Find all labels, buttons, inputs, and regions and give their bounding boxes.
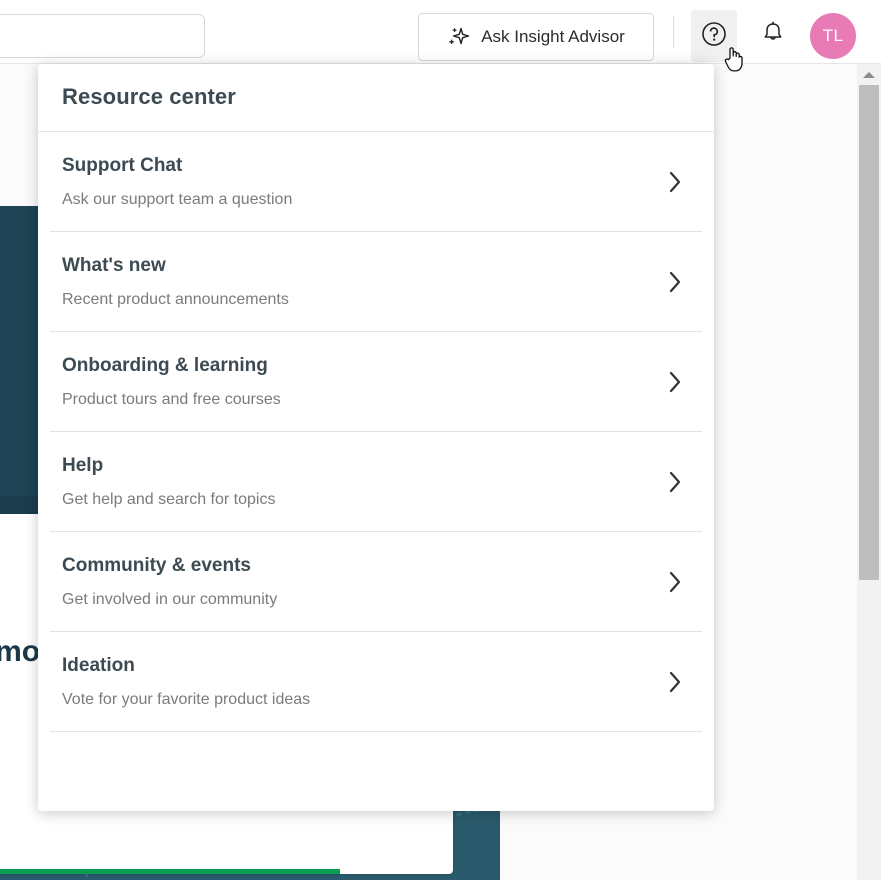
- resource-item-subtitle: Product tours and free courses: [62, 391, 281, 408]
- resource-item-title: What's new: [62, 255, 166, 276]
- resource-center-title: Resource center: [62, 84, 236, 109]
- help-button[interactable]: [691, 10, 737, 62]
- chevron-right-icon: [666, 670, 684, 694]
- chevron-right-icon: [666, 570, 684, 594]
- scroll-up-arrow-icon[interactable]: [857, 64, 881, 86]
- resource-item-whats-new[interactable]: What's new Recent product announcements: [50, 232, 702, 332]
- notifications-button[interactable]: [751, 12, 795, 56]
- vertical-scrollbar-thumb[interactable]: [859, 85, 879, 580]
- ask-insight-advisor-button[interactable]: Ask Insight Advisor: [418, 13, 654, 61]
- chevron-right-icon: [666, 470, 684, 494]
- chevron-right-icon: [666, 270, 684, 294]
- resource-item-help[interactable]: Help Get help and search for topics: [50, 432, 702, 532]
- help-circle-icon: [700, 20, 728, 53]
- resource-item-subtitle: Get help and search for topics: [62, 491, 276, 508]
- avatar-initials: TL: [822, 26, 844, 45]
- resource-item-title: Help: [62, 455, 104, 476]
- promo-accent-bar: [0, 869, 340, 874]
- resource-item-title: Support Chat: [62, 155, 183, 176]
- resource-item-onboarding-learning[interactable]: Onboarding & learning Product tours and …: [50, 332, 702, 432]
- resource-item-community-events[interactable]: Community & events Get involved in our c…: [50, 532, 702, 632]
- ask-insight-advisor-label: Ask Insight Advisor: [481, 27, 625, 46]
- sparkle-icon: [447, 25, 471, 49]
- resource-item-subtitle: Ask our support team a question: [62, 191, 293, 208]
- notification-bell-icon: [760, 19, 786, 50]
- top-navigation-bar: Ask Insight Advisor TL: [0, 0, 881, 64]
- chevron-right-icon: [666, 370, 684, 394]
- resource-item-title: Onboarding & learning: [62, 355, 268, 376]
- app-root: Welcome: [0, 0, 881, 880]
- resource-item-support-chat[interactable]: Support Chat Ask our support team a ques…: [50, 132, 702, 232]
- user-avatar[interactable]: TL: [810, 13, 856, 59]
- search-input[interactable]: [0, 14, 205, 58]
- resource-item-subtitle: Get involved in our community: [62, 591, 278, 608]
- resource-center-list: Support Chat Ask our support team a ques…: [38, 132, 714, 732]
- toolbar-divider: [673, 16, 674, 48]
- resource-item-title: Ideation: [62, 655, 135, 676]
- chevron-right-icon: [666, 170, 684, 194]
- resource-item-subtitle: Vote for your favorite product ideas: [62, 691, 311, 708]
- resource-center-panel: Resource center Support Chat Ask our sup…: [38, 64, 714, 811]
- resource-item-ideation[interactable]: Ideation Vote for your favorite product …: [50, 632, 702, 732]
- resource-item-subtitle: Recent product announcements: [62, 291, 289, 308]
- resource-item-title: Community & events: [62, 555, 251, 576]
